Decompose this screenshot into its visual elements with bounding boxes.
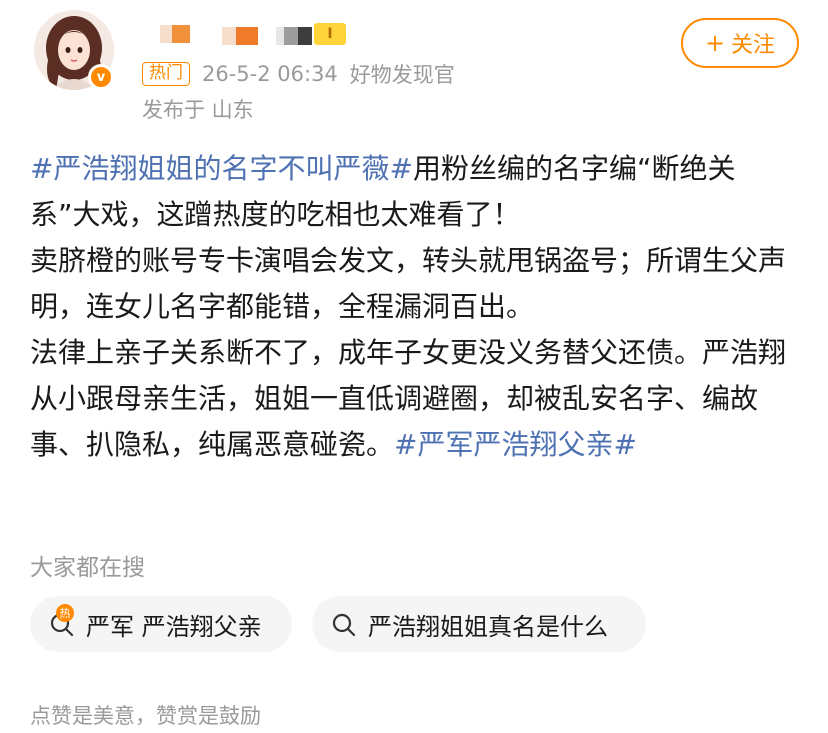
paragraph-3: 法律上亲子关系断不了，成年子女更没义务替父还债。严浩翔从小跟母亲生活，姐姐一直低… (30, 330, 800, 468)
topic-link[interactable]: #严浩翔姐姐的名字不叫严薇# (30, 152, 413, 185)
username-masked[interactable]: I (160, 20, 380, 46)
reward-hint: 点赞是美意，赞赏是鼓励 (30, 704, 261, 728)
paragraph-2: 卖脐橙的账号专卡演唱会发文，转头就甩锅盗号；所谓生父声明，连女儿名字都能错，全程… (30, 238, 800, 330)
post-meta: 热门 26-5-2 06:34 好物发现官 (142, 60, 467, 88)
search-chip[interactable]: 热 严军 严浩翔父亲 (30, 596, 292, 652)
post-header: v I 热门 26-5-2 06:34 好物发现官 发布于 山东 + 关注 (0, 0, 828, 130)
hot-tag: 热门 (142, 62, 190, 86)
verified-badge-icon: v (88, 64, 114, 90)
search-section-title: 大家都在搜 (30, 555, 145, 581)
paragraph-1: #严浩翔姐姐的名字不叫严薇#用粉丝编的名字编“断绝关系”大戏，这蹭热度的吃相也太… (30, 146, 800, 238)
post-source[interactable]: 好物发现官 (350, 59, 455, 89)
search-chip-label: 严军 严浩翔父亲 (86, 612, 262, 641)
level-badge-icon: I (314, 23, 346, 45)
hot-search-icon: 热 (46, 604, 78, 640)
post-content: #严浩翔姐姐的名字不叫严薇#用粉丝编的名字编“断绝关系”大戏，这蹭热度的吃相也太… (30, 146, 800, 468)
post-date: 26-5-2 06:34 (202, 62, 338, 86)
follow-button[interactable]: + 关注 (681, 18, 799, 68)
search-chip[interactable]: 严浩翔姐姐真名是什么 (312, 596, 646, 652)
search-icon (328, 608, 360, 640)
paragraph-text: 卖脐橙的账号专卡演唱会发文，转头就甩锅盗号；所谓生父声明，连女儿名字都能错，全程… (30, 244, 787, 323)
plus-icon: + (704, 29, 726, 57)
topic-link[interactable]: #严军严浩翔父亲# (394, 428, 637, 461)
follow-label: 关注 (731, 33, 776, 58)
search-chip-label: 严浩翔姐姐真名是什么 (368, 612, 608, 641)
publish-location: 发布于 山东 (142, 98, 254, 122)
